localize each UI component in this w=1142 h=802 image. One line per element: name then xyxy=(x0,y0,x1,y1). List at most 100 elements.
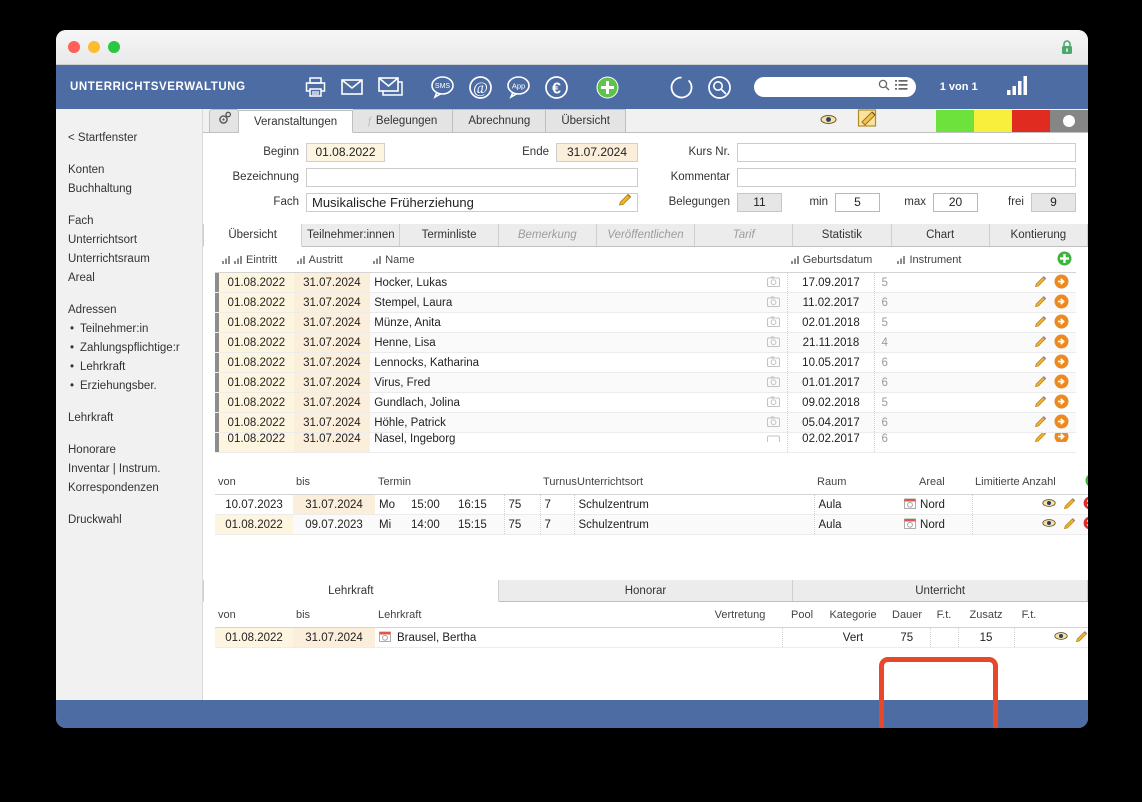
add-participant-button[interactable] xyxy=(1025,247,1076,273)
bar-chart-icon[interactable] xyxy=(1006,74,1031,101)
delete-icon[interactable] xyxy=(1083,496,1088,513)
status-chip-yellow[interactable] xyxy=(974,109,1012,132)
table-row[interactable]: 01.08.2022 31.07.2024 Henne, Lisa 21.11.… xyxy=(215,332,1076,353)
open-arrow-icon[interactable] xyxy=(1054,354,1069,372)
header-eintritt[interactable]: Eintritt xyxy=(219,247,294,273)
open-arrow-icon[interactable] xyxy=(1054,314,1069,332)
edit-pencil-icon[interactable] xyxy=(1034,315,1047,331)
sidebar-item-unterrichtsraum[interactable]: Unterrichtsraum xyxy=(68,250,202,269)
max-field[interactable]: 20 xyxy=(933,192,978,212)
sidebar-item-adressen[interactable]: Adressen xyxy=(68,301,202,320)
sidebar-item-fach[interactable]: Fach xyxy=(68,212,202,231)
eye-icon[interactable] xyxy=(1042,498,1056,511)
delete-icon[interactable] xyxy=(1083,516,1088,533)
calendar-icon[interactable] xyxy=(900,514,917,535)
app-icon[interactable]: App xyxy=(506,75,531,99)
table-row[interactable]: 10.07.2023 31.07.2024 Mo 15:00 16:15 75 … xyxy=(215,494,1088,515)
sidebar-item-konten[interactable]: Konten xyxy=(68,161,202,180)
sidebar-item-korrespondenzen[interactable]: Korrespondenzen xyxy=(68,479,202,498)
sidebar-item-teilnehmerin[interactable]: Teilnehmer:in xyxy=(68,320,202,339)
search-input[interactable] xyxy=(753,77,916,97)
calendar-icon[interactable] xyxy=(375,627,393,648)
photo-icon[interactable] xyxy=(763,312,788,333)
photo-icon[interactable] xyxy=(763,352,788,373)
sidebar-item-zahlungspflichtiger[interactable]: Zahlungspflichtige:r xyxy=(68,339,202,358)
edit-pencil-icon[interactable] xyxy=(1075,630,1088,646)
add-icon[interactable] xyxy=(595,75,620,100)
bottom-tab-lehrkraft[interactable]: Lehrkraft xyxy=(203,580,499,602)
edit-pencil-icon[interactable] xyxy=(1034,275,1047,291)
open-arrow-icon[interactable] xyxy=(1054,374,1069,392)
photo-icon[interactable] xyxy=(763,432,788,453)
table-row[interactable]: 01.08.2022 31.07.2024 Höhle, Patrick 05.… xyxy=(215,412,1076,433)
open-arrow-icon[interactable] xyxy=(1054,334,1069,352)
table-row[interactable]: 01.08.2022 31.07.2024 Münze, Anita 02.01… xyxy=(215,312,1076,333)
refresh-icon[interactable] xyxy=(669,75,694,100)
calendar-icon[interactable] xyxy=(900,494,917,515)
minimize-window-button[interactable] xyxy=(88,41,100,53)
tab-abrechnung[interactable]: Abrechnung xyxy=(453,109,547,132)
photo-icon[interactable] xyxy=(763,332,788,353)
min-field[interactable]: 5 xyxy=(835,192,880,212)
table-row[interactable]: 01.08.2022 31.07.2024 Stempel, Laura 11.… xyxy=(215,292,1076,313)
edit-pencil-icon[interactable] xyxy=(1063,517,1076,533)
section-tab-teilnehmerinnen[interactable]: Teilnehmer:innen xyxy=(302,224,401,246)
section-tab-uebersicht[interactable]: Übersicht xyxy=(203,224,303,247)
kommentar-field[interactable] xyxy=(737,167,1076,187)
section-tab-tarif[interactable]: Tarif xyxy=(695,224,794,246)
header-instrument[interactable]: Instrument xyxy=(894,247,1026,273)
eye-icon[interactable] xyxy=(1042,518,1056,531)
table-row[interactable]: 01.08.2022 31.07.2024 Gundlach, Jolina 0… xyxy=(215,392,1076,413)
table-row[interactable]: 01.08.2022 09.07.2023 Mi 14:00 15:15 75 … xyxy=(215,514,1088,535)
section-tab-bemerkung[interactable]: Bemerkung xyxy=(498,224,597,246)
search-circle-icon[interactable] xyxy=(707,75,732,100)
edit-pencil-icon[interactable] xyxy=(1063,497,1076,513)
sidebar-item-inventar-instrum[interactable]: Inventar | Instrum. xyxy=(68,460,202,479)
open-arrow-icon[interactable] xyxy=(1054,414,1069,432)
bottom-tab-unterricht[interactable]: Unterricht xyxy=(793,580,1088,601)
table-row[interactable]: 01.08.2022 31.07.2024 Brausel, Bertha Ve… xyxy=(215,627,1088,648)
header-austritt[interactable]: Austritt xyxy=(293,247,371,273)
photo-icon[interactable] xyxy=(763,392,788,413)
open-arrow-icon[interactable] xyxy=(1054,294,1069,312)
section-tab-chart[interactable]: Chart xyxy=(891,224,990,246)
settings-gear-tab[interactable] xyxy=(209,109,239,132)
list-icon[interactable] xyxy=(894,78,908,96)
section-tab-veroeffentlichen[interactable]: Veröffentlichen xyxy=(596,224,696,246)
edit-pencil-icon[interactable] xyxy=(1034,355,1047,371)
table-row[interactable]: 01.08.2022 31.07.2024 Hocker, Lukas 17.0… xyxy=(215,272,1076,293)
edit-pencil-icon[interactable] xyxy=(1034,375,1047,391)
eye-icon[interactable] xyxy=(1054,631,1068,644)
table-row[interactable]: 01.08.2022 31.07.2024 Virus, Fred 01.01.… xyxy=(215,372,1076,393)
mail-stack-icon[interactable] xyxy=(377,76,404,98)
table-row-partial[interactable]: 01.08.2022 31.07.2024 Nasel, Ingeborg 02… xyxy=(215,432,1076,453)
add-teacher-button[interactable] xyxy=(1044,602,1088,628)
edit-pencil-icon[interactable] xyxy=(1034,335,1047,351)
kursnr-field[interactable] xyxy=(737,142,1076,162)
header-geburtsdatum[interactable]: Geburtsdatum xyxy=(787,247,875,273)
photo-icon[interactable] xyxy=(763,292,788,313)
fach-field[interactable]: Musikalische Früherziehung xyxy=(306,192,638,212)
status-chip-green[interactable] xyxy=(936,109,974,132)
section-tab-terminliste[interactable]: Terminliste xyxy=(400,224,499,246)
printer-icon[interactable] xyxy=(304,76,327,98)
sidebar-item-honorare[interactable]: Honorare xyxy=(68,441,202,460)
sidebar-item-areal[interactable]: Areal xyxy=(68,269,202,288)
sidebar-item-startfenster[interactable]: < Startfenster xyxy=(68,129,202,148)
bezeichnung-field[interactable] xyxy=(306,167,638,187)
open-arrow-icon[interactable] xyxy=(1054,274,1069,292)
at-icon[interactable]: @ xyxy=(468,75,493,100)
status-chip-grey[interactable] xyxy=(1050,109,1088,132)
open-arrow-icon[interactable] xyxy=(1054,433,1069,442)
mail-icon[interactable] xyxy=(340,77,364,97)
photo-icon[interactable] xyxy=(763,272,788,293)
status-chip-red[interactable] xyxy=(1012,109,1050,132)
tab-uebersicht[interactable]: Übersicht xyxy=(546,109,626,132)
edit-pencil-icon[interactable] xyxy=(1034,433,1047,442)
pencil-icon[interactable] xyxy=(618,193,632,211)
close-window-button[interactable] xyxy=(68,41,80,53)
bottom-tab-honorar[interactable]: Honorar xyxy=(498,580,794,601)
note-edit-icon[interactable] xyxy=(857,108,878,133)
edit-pencil-icon[interactable] xyxy=(1034,295,1047,311)
section-tab-statistik[interactable]: Statistik xyxy=(793,224,892,246)
